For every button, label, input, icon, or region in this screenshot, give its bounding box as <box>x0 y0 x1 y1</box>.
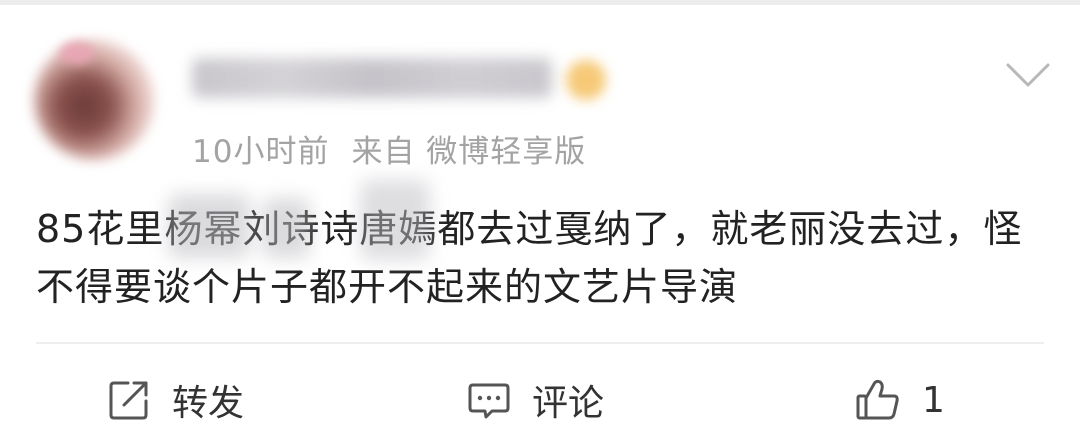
weibo-post-card: 10小时前 来自 微博轻享版 85花里杨幂刘诗诗唐嫣都去过戛纳了，就老丽没去过，怪… <box>0 0 1080 440</box>
repost-label: 转发 <box>172 383 245 424</box>
post-source: 来自 微博轻享版 <box>351 134 587 170</box>
avatar[interactable] <box>34 40 154 160</box>
user-badge-icon <box>566 60 606 100</box>
comment-icon <box>468 383 510 419</box>
chevron-down-icon[interactable] <box>1006 62 1050 88</box>
like-button[interactable]: 1 <box>854 370 945 430</box>
post-time: 10小时前 <box>192 134 330 170</box>
actions-divider <box>36 342 1044 344</box>
thumbs-up-icon <box>856 379 899 420</box>
blur-mask <box>168 194 250 258</box>
username-blurred[interactable] <box>192 58 552 98</box>
like-count: 1 <box>922 379 945 421</box>
comment-button[interactable]: 评论 <box>466 370 604 430</box>
avatar-decoration <box>60 42 94 64</box>
top-divider <box>0 0 1080 5</box>
comment-label: 评论 <box>532 383 605 424</box>
repost-icon <box>109 381 148 420</box>
blur-mask <box>360 180 430 260</box>
blur-mask <box>262 198 310 258</box>
post-meta: 10小时前 来自 微博轻享版 <box>192 126 586 171</box>
repost-button[interactable]: 转发 <box>106 370 244 430</box>
